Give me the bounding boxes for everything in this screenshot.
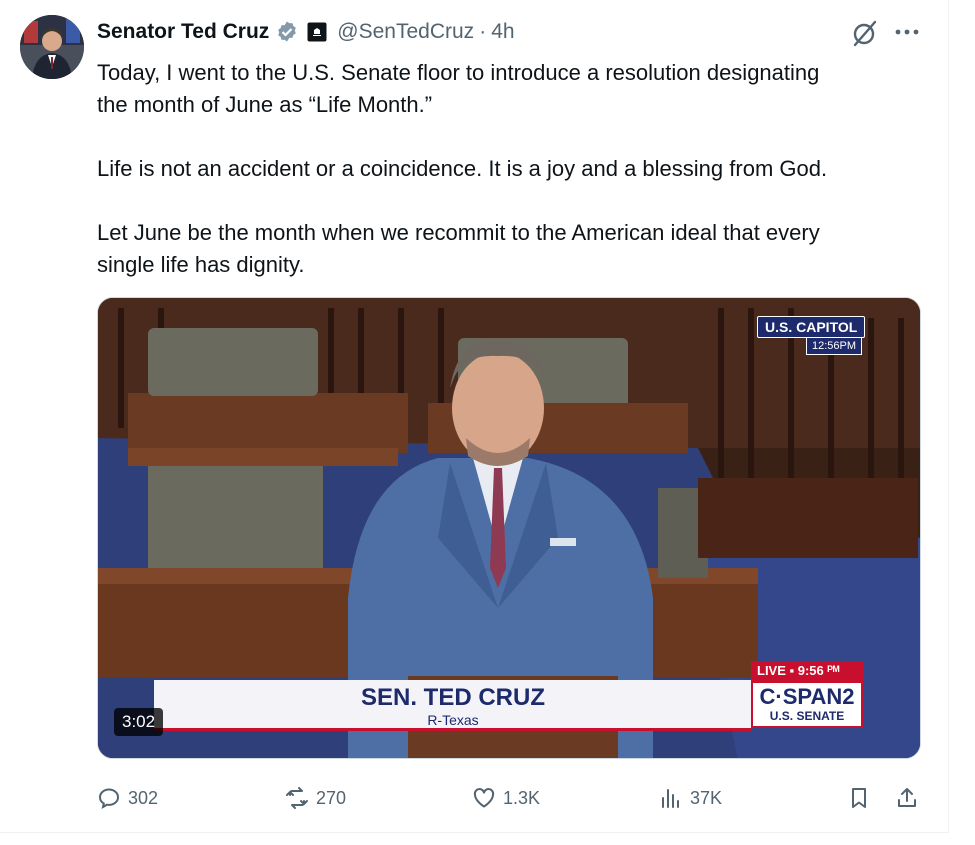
repost-count: 270 <box>316 787 347 808</box>
like-button[interactable]: 1.3K <box>472 783 540 813</box>
government-affiliation-icon[interactable] <box>307 22 327 42</box>
avatar[interactable] <box>20 15 84 79</box>
more-icon[interactable] <box>892 20 922 44</box>
tweet-paragraph: Let June be the month when we recommit t… <box>97 220 820 277</box>
action-bar: 302 270 1.3K 37K <box>97 783 927 813</box>
reply-count: 302 <box>128 787 159 808</box>
like-count: 1.3K <box>503 787 541 808</box>
views-button[interactable]: 37K <box>659 783 722 813</box>
tweet-text: Today, I went to the U.S. Senate floor t… <box>97 57 927 281</box>
network-logo: C·SPAN2 U.S. SENATE <box>751 681 863 728</box>
reply-icon <box>98 788 120 810</box>
repost-button[interactable]: 270 <box>285 783 346 813</box>
repost-icon <box>286 787 308 809</box>
network-subtitle: U.S. SENATE <box>769 709 845 723</box>
broadcast-clock: 12:56PM <box>806 337 863 355</box>
tweet-header: Senator Ted Cruz @SenTedCruz · 4h <box>97 18 515 46</box>
location-badge: U.S. CAPITOL <box>757 316 866 338</box>
like-icon <box>473 788 495 808</box>
network-logo-text: C·SPAN2 <box>759 684 855 709</box>
lower-third-subtitle: R-Texas <box>427 712 479 728</box>
author-handle[interactable]: @SenTedCruz <box>337 20 474 44</box>
reply-button[interactable]: 302 <box>97 783 158 813</box>
tweet-paragraph: Life is not an accident or a coincidence… <box>97 156 828 181</box>
grok-icon[interactable] <box>849 17 881 49</box>
verified-badge-icon[interactable] <box>275 20 299 44</box>
views-count: 37K <box>690 787 723 808</box>
author-name[interactable]: Senator Ted Cruz <box>97 20 269 44</box>
lower-third-name: SEN. TED CRUZ <box>360 684 545 711</box>
share-icon[interactable] <box>895 786 919 810</box>
live-indicator: LIVE ▪ 9:56 ᴾᴹ <box>751 661 863 681</box>
video-player[interactable]: U.S. CAPITOL 12:56PM SEN. TED CRUZ R-Tex… <box>97 297 921 759</box>
tweet-paragraph: Today, I went to the U.S. Senate floor t… <box>97 60 820 117</box>
timestamp[interactable]: 4h <box>491 20 514 44</box>
tweet[interactable]: Senator Ted Cruz @SenTedCruz · 4h Today,… <box>0 0 949 833</box>
separator-dot: · <box>479 20 487 43</box>
lower-third: SEN. TED CRUZ R-Texas <box>154 680 752 731</box>
bookmark-icon[interactable] <box>847 786 871 810</box>
avatar-image <box>20 15 84 79</box>
video-duration: 3:02 <box>114 708 164 736</box>
views-icon <box>662 789 679 808</box>
